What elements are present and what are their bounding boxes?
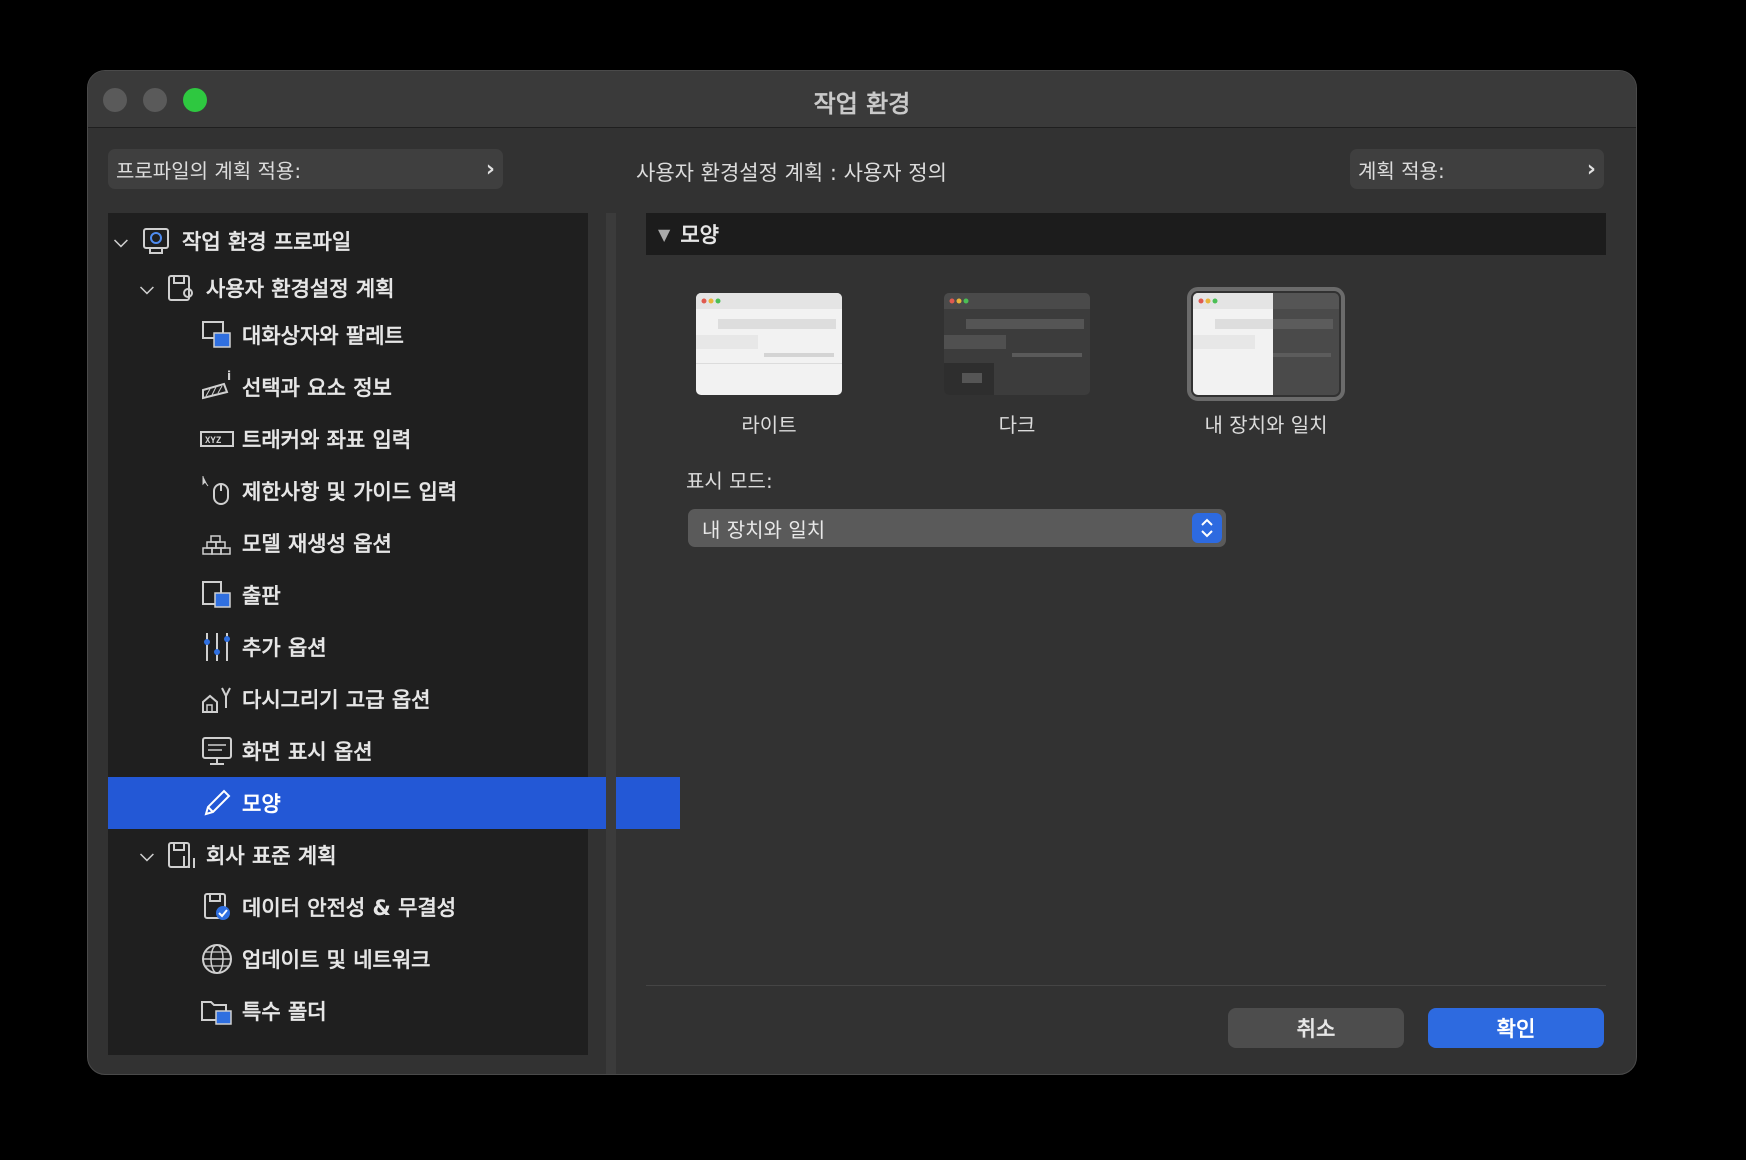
theme-label: 내 장치와 일치	[1204, 413, 1328, 437]
tree-item-label: 추가 옵션	[242, 636, 327, 660]
chevron-down-icon[interactable]: ⌵	[110, 231, 132, 252]
tree-item-dialogs-palettes[interactable]: 대화상자와 팔레트	[108, 309, 680, 361]
tree-item-model-rebuild[interactable]: 모델 재생성 옵션	[108, 517, 680, 569]
section-title: 모양	[680, 223, 719, 247]
tree-item-label: 트래커와 좌표 입력	[242, 428, 412, 452]
disclosure-triangle-icon[interactable]: ▼	[658, 225, 670, 244]
appearance-section-header[interactable]: ▼ 모양	[646, 213, 1606, 255]
theme-label: 라이트	[741, 413, 797, 437]
profile-icon	[140, 224, 174, 258]
tree-item-label: 제한사항 및 가이드 입력	[242, 480, 458, 504]
preferences-window: 작업 환경 프로파일의 계획 적용: › 사용자 환경설정 계획 : 사용자 정…	[87, 70, 1637, 1075]
display-mode-label: 표시 모드:	[686, 469, 773, 493]
tree-item-publishing[interactable]: 출판	[108, 569, 680, 621]
chevron-down-icon[interactable]: ⌵	[136, 278, 158, 299]
theme-option-light[interactable]: 라이트	[694, 293, 844, 438]
footer-divider	[646, 985, 1606, 986]
special-folder-icon	[200, 994, 234, 1028]
tree-item-selection-info[interactable]: i 선택과 요소 정보	[108, 361, 680, 413]
publishing-icon	[200, 578, 234, 612]
tree-item-label: 대화상자와 팔레트	[242, 324, 404, 348]
tree-item-company-scheme[interactable]: ⌵ 회사 표준 계획	[108, 829, 588, 881]
tree-item-appearance[interactable]: 모양	[108, 777, 680, 829]
sliders-icon	[200, 630, 234, 664]
mouse-constraints-icon	[200, 474, 234, 508]
globe-icon	[200, 942, 234, 976]
tree-item-label: 출판	[242, 584, 281, 608]
theme-option-dark[interactable]: 다크	[942, 293, 1092, 438]
svg-text:XYZ: XYZ	[205, 436, 222, 446]
chevron-right-icon: ›	[1586, 156, 1596, 182]
xyz-tracker-icon: XYZ	[200, 422, 234, 456]
ok-button[interactable]: 확인	[1428, 1008, 1604, 1048]
tree-item-label: 업데이트 및 네트워크	[242, 948, 431, 972]
display-icon	[200, 734, 234, 768]
dark-theme-preview	[944, 293, 1090, 395]
tree-item-label: 사용자 환경설정 계획	[206, 277, 395, 301]
selection-info-icon: i	[200, 370, 234, 404]
window-title: 작업 환경	[813, 90, 911, 118]
tree-item-tracker[interactable]: XYZ 트래커와 좌표 입력	[108, 413, 680, 465]
auto-theme-preview	[1187, 287, 1345, 401]
tree-item-label: 회사 표준 계획	[206, 844, 337, 868]
chevron-right-icon: ›	[485, 156, 495, 182]
scheme-apply-button[interactable]: 계획 적용: ›	[1350, 149, 1604, 189]
data-safety-icon	[200, 890, 234, 924]
company-scheme-icon	[164, 838, 198, 872]
light-theme-preview	[696, 293, 842, 395]
display-mode-value: 내 장치와 일치	[702, 517, 826, 542]
title-bar: 작업 환경	[88, 71, 1636, 128]
tree-item-user-scheme[interactable]: ⌵ 사용자 환경설정 계획	[108, 262, 588, 314]
theme-option-match-device[interactable]: 내 장치와 일치	[1187, 287, 1345, 438]
scheme-apply-label: 계획 적용:	[1358, 158, 1445, 183]
cancel-button[interactable]: 취소	[1228, 1008, 1404, 1048]
tree-item-label: 다시그리기 고급 옵션	[242, 688, 431, 712]
updown-chevron-icon[interactable]	[1192, 513, 1222, 543]
tree-item-redraw[interactable]: 다시그리기 고급 옵션	[108, 673, 680, 725]
dialogs-palettes-icon	[200, 318, 234, 352]
redraw-icon	[200, 682, 234, 716]
scheme-label: 사용자 환경설정 계획 : 사용자 정의	[636, 161, 947, 185]
tree-item-update-network[interactable]: 업데이트 및 네트워크	[108, 933, 680, 985]
pane-splitter[interactable]	[606, 213, 616, 1074]
tree-item-label: 작업 환경 프로파일	[182, 230, 352, 254]
pencil-icon	[200, 786, 234, 820]
sidebar-tree: ⌵ 작업 환경 프로파일 ⌵ 사용자 환경설정 계획 대화상자와 팔레트 i 선…	[108, 213, 680, 1055]
tree-item-special-folders[interactable]: 특수 폴더	[108, 985, 680, 1037]
profile-apply-label: 프로파일의 계획 적용:	[116, 158, 302, 183]
tree-item-constraints[interactable]: 제한사항 및 가이드 입력	[108, 465, 680, 517]
display-mode-select[interactable]: 내 장치와 일치	[688, 509, 1226, 547]
tree-item-label: 선택과 요소 정보	[242, 376, 392, 400]
model-rebuild-icon	[200, 526, 234, 560]
tree-item-label: 화면 표시 옵션	[242, 740, 373, 764]
tree-item-label: 특수 폴더	[242, 1000, 327, 1024]
svg-text:i: i	[227, 370, 231, 383]
tree-item-label: 모델 재생성 옵션	[242, 532, 392, 556]
tree-item-work-profile[interactable]: ⌵ 작업 환경 프로파일	[108, 215, 588, 267]
tree-item-label: 모양	[242, 792, 281, 816]
profile-apply-button[interactable]: 프로파일의 계획 적용: ›	[108, 149, 503, 189]
chevron-down-icon[interactable]: ⌵	[136, 845, 158, 866]
tree-item-extra-options[interactable]: 추가 옵션	[108, 621, 680, 673]
tree-item-label: 데이터 안전성 & 무결성	[242, 896, 457, 920]
tree-item-data-safety[interactable]: 데이터 안전성 & 무결성	[108, 881, 680, 933]
user-scheme-icon	[164, 271, 198, 305]
tree-item-display-options[interactable]: 화면 표시 옵션	[108, 725, 680, 777]
theme-label: 다크	[998, 413, 1036, 437]
